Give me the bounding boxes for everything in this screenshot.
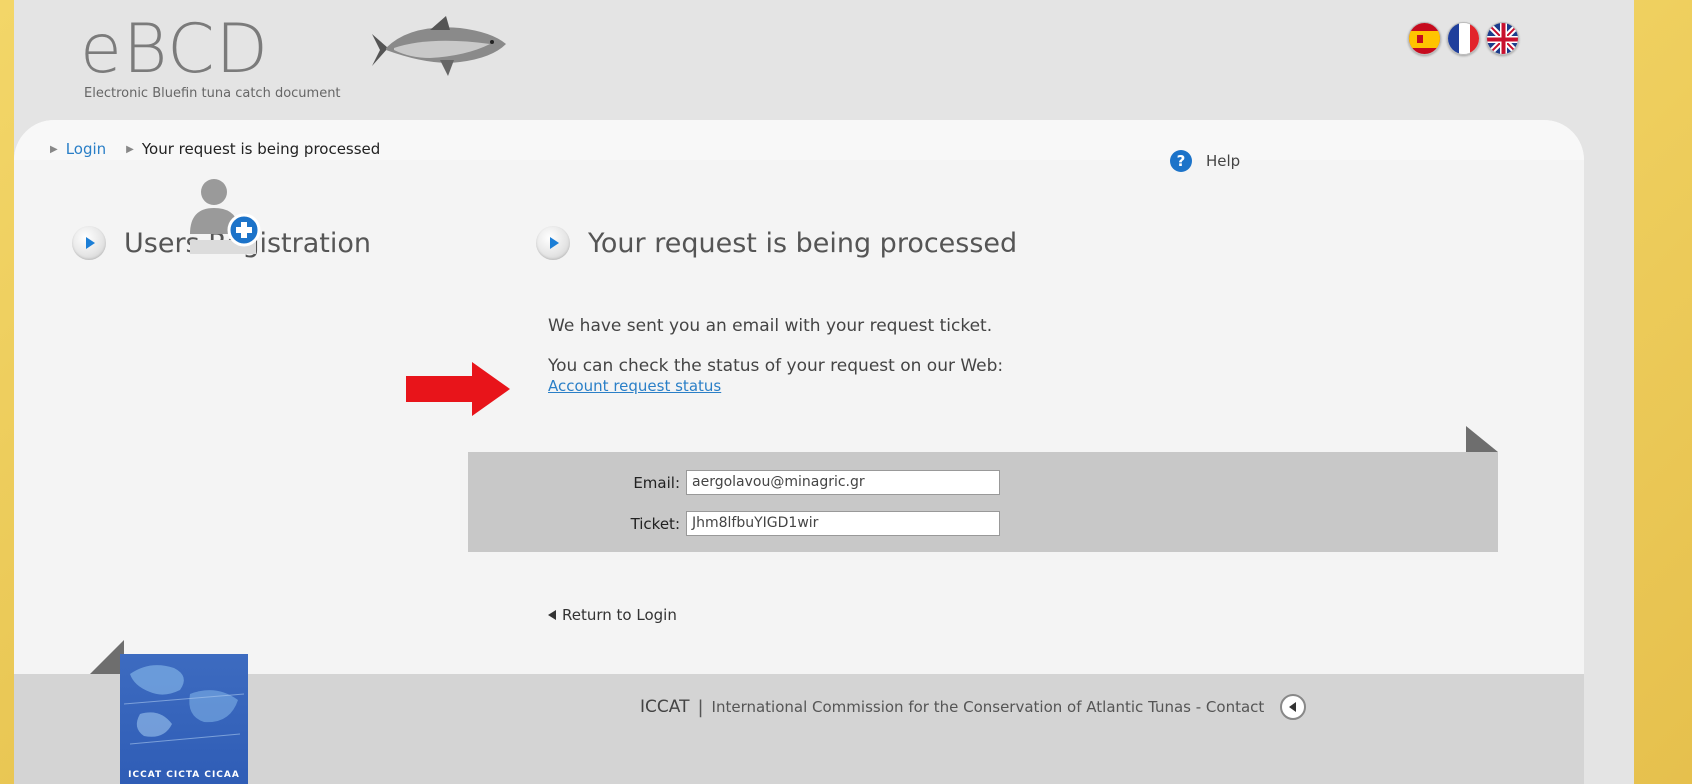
email-row: Email: aergolavou@minagric.gr — [624, 470, 1000, 495]
breadcrumb-arrow-icon: ▶ — [126, 143, 134, 155]
ticket-label: Ticket: — [630, 514, 680, 533]
spain-flag-icon[interactable] — [1408, 22, 1441, 55]
footer-org-short[interactable]: ICCAT — [640, 697, 689, 717]
return-to-login-label: Return to Login — [562, 606, 677, 624]
request-form — [468, 452, 1498, 552]
footer-separator: | — [697, 696, 704, 718]
footer-text: ICCAT | International Commission for the… — [640, 694, 1307, 720]
logo-text: eBCD — [80, 10, 270, 89]
breadcrumb-arrow-icon: ▶ — [50, 143, 58, 155]
france-flag-icon[interactable] — [1447, 22, 1480, 55]
iccat-logo-caption: ICCAT CICTA CICAA — [128, 770, 240, 780]
email-field[interactable]: aergolavou@minagric.gr — [686, 470, 1000, 495]
breadcrumb-current: Your request is being processed — [141, 140, 381, 158]
help-label: Help — [1206, 152, 1241, 170]
help-link[interactable]: ? Help — [1170, 150, 1240, 172]
play-bullet-icon — [536, 226, 570, 260]
logo-subtitle: Electronic Bluefin tuna catch document — [84, 86, 341, 101]
footer-bar — [14, 674, 1584, 784]
language-flags — [1408, 22, 1519, 55]
main-title: Your request is being processed — [536, 226, 1017, 260]
message-email-sent: We have sent you an email with your requ… — [548, 316, 993, 336]
footer-corner — [90, 640, 124, 674]
iccat-logo[interactable]: ICCAT CICTA CICAA — [120, 654, 248, 784]
main-title-text: Your request is being processed — [588, 227, 1018, 259]
help-icon: ? — [1170, 150, 1192, 172]
red-arrow-icon — [406, 362, 510, 420]
ticket-field[interactable]: Jhm8lfbuYIGD1wir — [686, 511, 1000, 536]
message-check-status: You can check the status of your request… — [548, 356, 1004, 376]
breadcrumb: ▶ Login ▶ Your request is being processe… — [50, 140, 380, 158]
email-label: Email: — [633, 473, 680, 492]
ticket-row: Ticket: Jhm8lfbuYIGD1wir — [624, 511, 1000, 536]
form-tab-corner — [1466, 426, 1498, 452]
back-arrow-icon — [548, 610, 556, 620]
uk-flag-icon[interactable] — [1486, 22, 1519, 55]
add-user-icon — [190, 178, 266, 262]
account-request-status-link[interactable]: Account request status — [548, 377, 721, 395]
breadcrumb-login-link[interactable]: Login — [66, 140, 106, 158]
ebcd-logo[interactable]: eBCD Electronic Bluefin tuna catch docum… — [80, 10, 341, 102]
return-to-login-link[interactable]: Return to Login — [548, 606, 677, 624]
tuna-fish-icon — [370, 14, 510, 88]
play-bullet-icon — [72, 226, 106, 260]
footer-org-long[interactable]: International Commission for the Conserv… — [712, 698, 1265, 716]
contact-arrow-icon[interactable] — [1280, 694, 1307, 720]
